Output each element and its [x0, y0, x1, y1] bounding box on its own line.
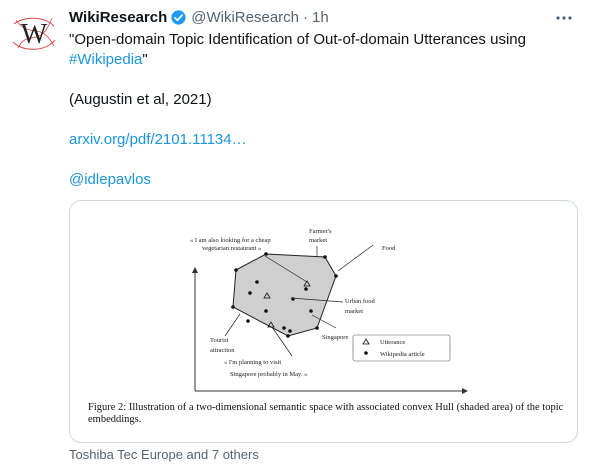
tweet-citation: (Augustin et al, 2021): [69, 91, 212, 108]
legend-dot-icon: [364, 351, 368, 355]
svg-text:W: W: [21, 19, 48, 50]
arxiv-link[interactable]: arxiv.org/pdf/2101.11134…: [69, 131, 247, 148]
account-name[interactable]: WikiResearch: [69, 9, 167, 26]
label-singapore: Singapore: [322, 334, 348, 341]
tweet-title-line2: #Wikipedia": [69, 51, 148, 68]
separator-dot: ·: [303, 8, 308, 26]
avatar[interactable]: W: [10, 10, 58, 58]
label-urban-2: market: [345, 308, 363, 315]
tweet-time[interactable]: 1h: [312, 9, 329, 26]
label-tourist: Tourist: [210, 337, 229, 344]
hashtag-link[interactable]: #Wikipedia: [69, 51, 142, 68]
legend-article: Wikipedia article: [380, 351, 425, 358]
figure-diagram: « I am also looking for a cheap vegetari…: [190, 228, 468, 394]
tweet-body: "Open-domain Topic Identification of Out…: [69, 30, 579, 190]
label-urban: Urban food: [345, 298, 376, 305]
quote1-line1: « I am also looking for a cheap: [190, 237, 271, 244]
likes-summary[interactable]: Toshiba Tec Europe and 7 others: [69, 447, 259, 462]
media-card[interactable]: « I am also looking for a cheap vegetari…: [69, 200, 578, 443]
wikipedia-logo-icon: W: [11, 11, 57, 57]
figure-caption: Figure 2: Illustration of a two-dimensio…: [88, 402, 564, 425]
quote2-line1: « I'm planning to visit: [224, 359, 281, 366]
account-handle[interactable]: @WikiResearch: [191, 9, 299, 26]
mention-link[interactable]: @idlepavlos: [69, 171, 151, 188]
verified-badge-icon: [170, 9, 187, 26]
more-options-icon[interactable]: [551, 8, 577, 28]
label-food: Food: [382, 245, 396, 252]
label-tourist-2: attraction: [210, 347, 235, 354]
quote2-line2: Singapore probably in May. »: [230, 371, 307, 378]
tweet-header: WikiResearch @WikiResearch · 1h: [69, 6, 579, 28]
label-farmers: Farmer's: [309, 228, 332, 235]
label-farmers-2: market: [309, 237, 327, 244]
legend-utterance: Utterance: [380, 339, 405, 346]
tweet: WikiResearch @WikiResearch · 1h "Open-do…: [69, 6, 579, 190]
tweet-title-line: "Open-domain Topic Identification of Out…: [69, 31, 526, 48]
quote1-line2: vegetarian restaurant »: [202, 245, 261, 252]
